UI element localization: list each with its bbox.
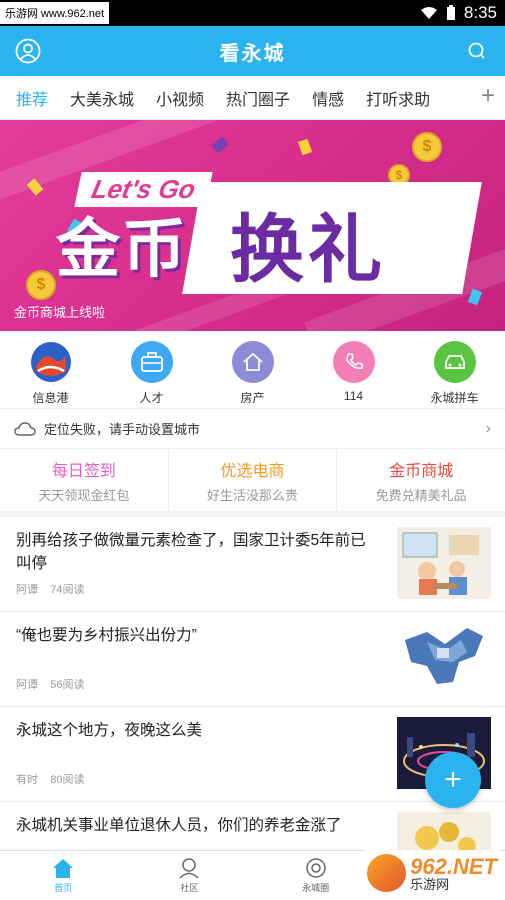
car-icon [433,341,476,383]
location-status-text: 定位失败，请手动设置城市 [44,422,201,437]
feature-title: 每日签到 [51,462,116,480]
nav-home[interactable]: 首页 [23,857,103,894]
news-thumbnail [397,527,491,599]
briefcase-icon [130,341,173,383]
tab-dameiyongcheng[interactable]: 大美永城 [70,86,134,110]
location-bar[interactable]: 定位失败，请手动设置城市 › [0,409,505,449]
site-watermark-logo: 962.NET 乐游网 [363,850,501,896]
promo-banner[interactable]: $ $ $ Let's Go 金币 换礼 ! 金币商城上线啦 [0,120,505,331]
feature-coin-mall[interactable]: 金币商城 免费兑精美礼品 [337,449,505,511]
quick-link-info-port[interactable]: 信息港 [11,341,91,406]
nav-community[interactable]: 社区 [149,857,229,894]
news-read-count: 56阅读 [50,679,85,691]
info-port-icon [29,341,72,383]
quick-link-housing[interactable]: 房产 [213,341,293,406]
search-button[interactable] [463,37,491,65]
coin-icon: $ [26,270,56,300]
news-author: 有时 [16,774,38,786]
news-read-count: 74阅读 [50,584,85,596]
circle-icon [305,858,326,878]
cloud-icon [14,421,36,436]
status-time: 8:35 [463,3,497,22]
quick-link-label: 信息港 [32,391,69,405]
banner-headline-right: 换礼 [230,208,386,291]
news-item[interactable]: “俺也要为乡村振兴出份力” 阿谭 56阅读 [0,612,505,707]
news-author: 阿谭 [16,679,38,691]
feature-subtitle: 免费兑精美礼品 [375,487,467,503]
app-header: 看永城 [0,26,505,76]
chevron-right-icon: › [485,419,491,437]
site-logo-icon [367,854,407,892]
news-author: 阿谭 [16,584,38,596]
news-title: 永城这个地方，夜晚这么美 [16,722,203,739]
banner-caption: 金币商城上线啦 [14,305,106,320]
quick-link-talent[interactable]: 人才 [112,341,192,406]
app-title: 看永城 [219,42,286,65]
site-watermark-label: 乐游网 www.962.net [0,2,110,24]
feature-entries: 每日签到 天天领现金红包 优选电商 好生活没那么贵 金币商城 免费兑精美礼品 [0,449,505,517]
status-bar: 乐游网 www.962.net 8:35 [0,0,505,26]
watermark-suffix: .NET [446,853,497,879]
news-title: 别再给孩子做微量元素检查了，国家卫计委5年前已叫停 [16,532,366,572]
tab-recommend[interactable]: 推荐 [16,86,48,110]
tab-emotion[interactable]: 情感 [312,86,344,110]
tab-short-video[interactable]: 小视频 [156,86,204,110]
feature-ecommerce[interactable]: 优选电商 好生活没那么贵 [169,449,338,511]
battery-icon [446,5,455,20]
watermark-name: 乐游网 [410,876,450,892]
quick-link-label: 永城拼车 [430,391,479,405]
news-title: “俺也要为乡村振兴出份力” [16,627,197,644]
wifi-icon [420,7,437,19]
create-post-button[interactable]: + [425,752,481,808]
coin-icon: $ [412,132,442,162]
quick-link-label: 人才 [139,391,164,405]
home-icon [53,859,74,878]
banner-headline-left: 金币 [56,213,188,285]
phone-icon [332,341,375,383]
nav-label: 永城圈 [302,883,330,893]
quick-link-114[interactable]: 114 [314,341,394,403]
news-thumbnail [397,622,491,694]
nav-label: 社区 [180,883,199,893]
feature-title: 金币商城 [389,462,454,480]
user-icon [15,38,41,64]
tab-ask-help[interactable]: 打听求助 [366,86,430,110]
house-icon [231,341,274,383]
news-read-count: 80阅读 [50,774,85,786]
search-icon [468,42,485,59]
tab-hot-circles[interactable]: 热门圈子 [226,86,290,110]
news-feed: 别再给孩子做微量元素检查了，国家卫计委5年前已叫停 阿谭 74阅读 “俺也要为乡… [0,517,505,897]
feature-subtitle: 好生活没那么贵 [207,487,299,503]
quick-link-label: 114 [343,389,364,403]
feature-daily-checkin[interactable]: 每日签到 天天领现金红包 [0,449,169,511]
category-tabs: 推荐 大美永城 小视频 热门圈子 情感 打听求助 + [0,76,505,120]
quick-link-label: 房产 [240,391,265,405]
add-tab-button[interactable]: + [481,84,495,108]
profile-button[interactable] [14,37,42,65]
feature-title: 优选电商 [220,462,285,480]
nav-label: 首页 [54,883,73,893]
nav-yongcheng-circle[interactable]: 永城圈 [276,857,356,894]
news-item[interactable]: 别再给孩子做微量元素检查了，国家卫计委5年前已叫停 阿谭 74阅读 [0,517,505,612]
news-title: 永城机关事业单位退休人员，你们的养老金涨了 [16,817,342,834]
community-icon [179,858,199,879]
quick-links: 信息港 人才 房产 114 永城拼车 [0,331,505,409]
watermark-number: 962 [410,853,447,879]
feature-subtitle: 天天领现金红包 [38,487,130,503]
quick-link-carpool[interactable]: 永城拼车 [415,341,495,406]
